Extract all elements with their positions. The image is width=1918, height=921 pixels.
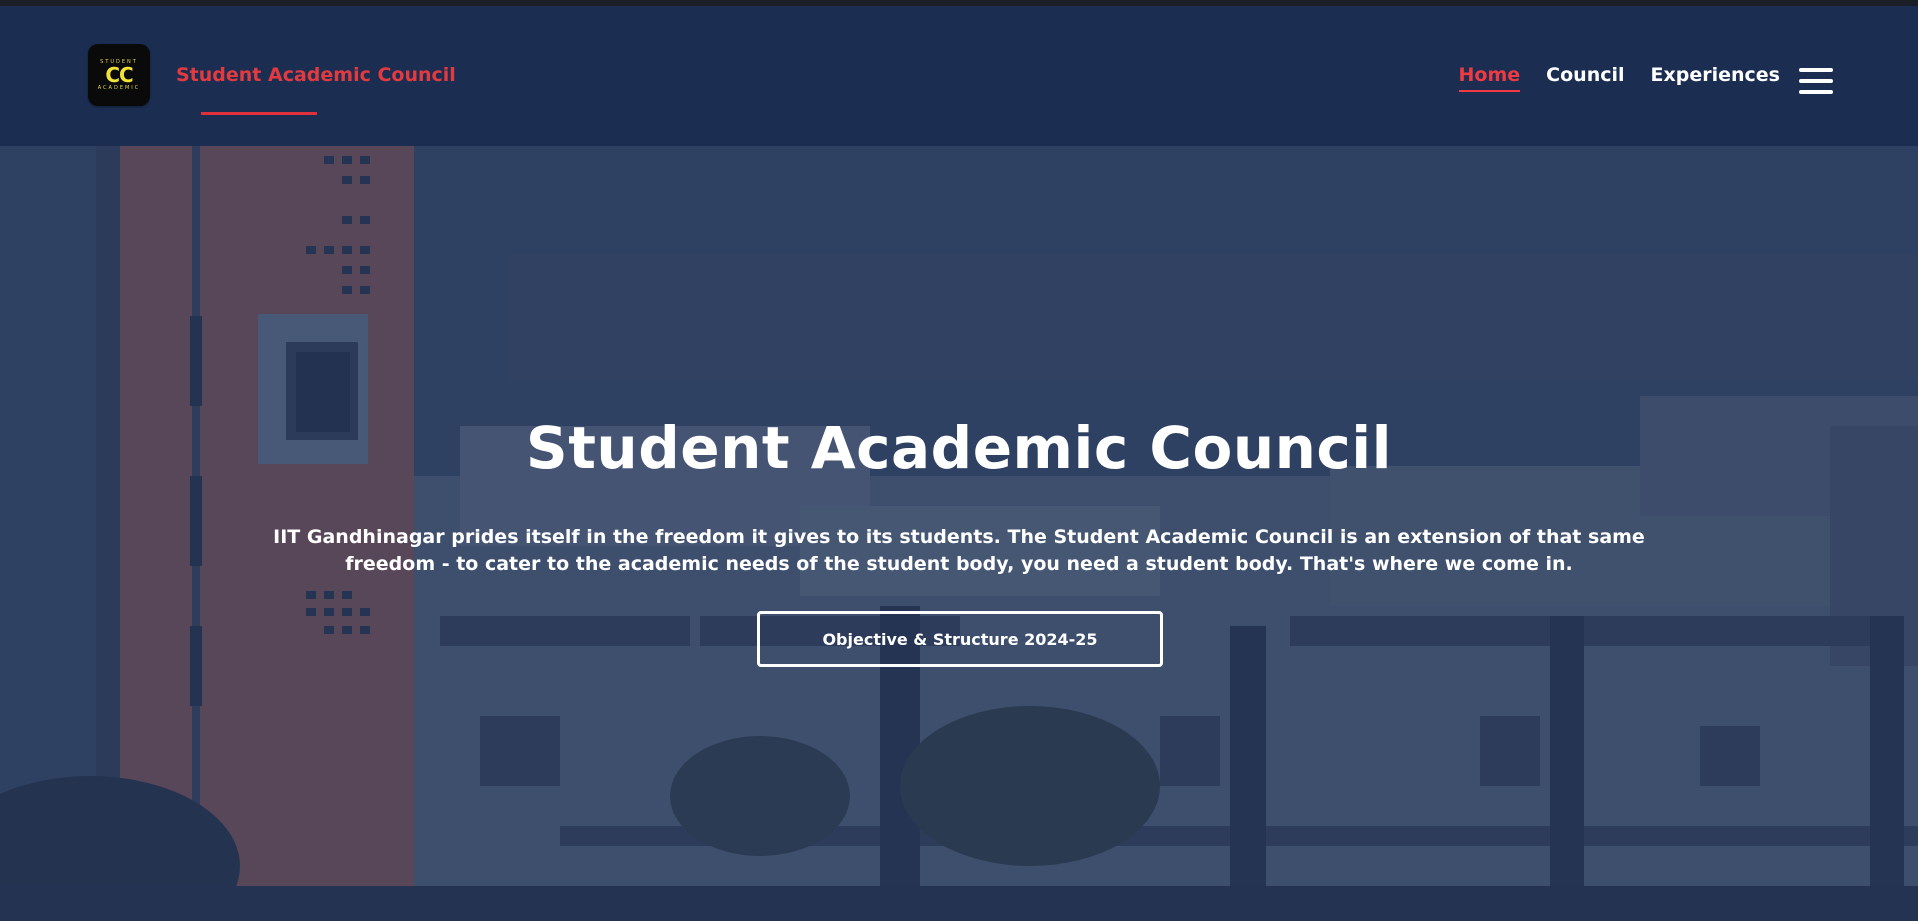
brand[interactable]: STUDENT CC ACADEMIC Student Academic Cou…: [88, 44, 456, 106]
hero-section: Student Academic Council IIT Gandhinagar…: [0, 146, 1918, 921]
hero-content: Student Academic Council IIT Gandhinagar…: [0, 146, 1918, 921]
hamburger-line: [1799, 79, 1833, 83]
brand-name[interactable]: Student Academic Council: [176, 64, 456, 86]
objective-structure-button[interactable]: Objective & Structure 2024-25: [757, 611, 1163, 667]
nav-council-link[interactable]: Council: [1546, 64, 1624, 90]
hero-description: IIT Gandhinagar prides itself in the fre…: [273, 526, 1645, 575]
hamburger-menu-icon[interactable]: [1799, 68, 1833, 94]
hero-title: Student Academic Council: [525, 414, 1393, 482]
logo-mark: CC: [105, 63, 133, 87]
nav-experiences-link[interactable]: Experiences: [1651, 64, 1780, 90]
hamburger-line: [1799, 68, 1833, 72]
hamburger-line: [1799, 90, 1833, 94]
site-header: STUDENT CC ACADEMIC Student Academic Cou…: [0, 6, 1918, 146]
brand-underline: [201, 112, 317, 115]
logo-small-text-bottom: ACADEMIC: [97, 85, 141, 91]
nav-home-link[interactable]: Home: [1458, 64, 1520, 92]
council-logo[interactable]: STUDENT CC ACADEMIC: [88, 44, 150, 106]
main-nav: Home Council Experiences: [1458, 64, 1780, 92]
